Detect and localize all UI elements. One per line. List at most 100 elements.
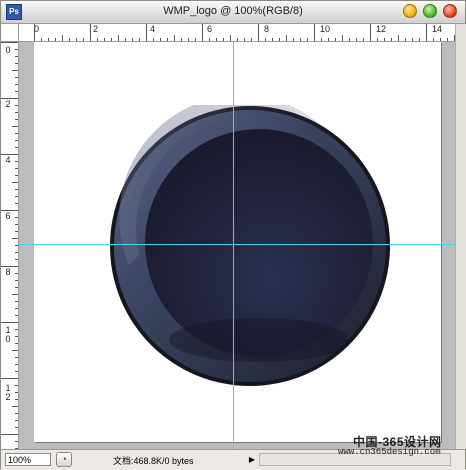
- ruler-tick: [15, 245, 18, 246]
- horizontal-guide-line[interactable]: [19, 244, 455, 245]
- ruler-tick: [405, 38, 406, 41]
- ruler-tick: [202, 24, 203, 41]
- ruler-origin-corner[interactable]: [1, 24, 19, 42]
- ruler-tick: [15, 413, 18, 414]
- ruler-tick: [15, 91, 18, 92]
- ruler-h-label: 8: [264, 24, 270, 34]
- ruler-h-label: 10: [320, 24, 331, 34]
- ruler-tick: [15, 259, 18, 260]
- ruler-tick: [90, 24, 91, 41]
- ruler-tick: [15, 196, 18, 197]
- ruler-v-label: 12: [5, 383, 11, 402]
- ruler-tick: [12, 126, 18, 127]
- ruler-tick: [15, 231, 18, 232]
- ruler-tick: [15, 189, 18, 190]
- ruler-h-label: 14: [432, 24, 443, 34]
- ruler-h-label: 6: [207, 24, 213, 34]
- ruler-tick: [300, 38, 301, 41]
- ruler-tick: [293, 38, 294, 41]
- close-button[interactable]: [443, 4, 457, 18]
- ruler-tick: [15, 140, 18, 141]
- ruler-tick: [1, 266, 18, 267]
- ruler-tick: [104, 38, 105, 41]
- ruler-tick: [216, 38, 217, 41]
- ruler-tick: [370, 24, 371, 41]
- ruler-tick: [181, 38, 182, 41]
- ruler-tick: [15, 343, 18, 344]
- ruler-tick: [48, 38, 49, 41]
- ruler-tick: [286, 35, 287, 41]
- ruler-tick: [328, 38, 329, 41]
- ruler-tick: [209, 38, 210, 41]
- ruler-tick: [15, 420, 18, 421]
- ruler-tick: [12, 406, 18, 407]
- maximize-button[interactable]: [423, 4, 437, 18]
- ruler-tick: [265, 38, 266, 41]
- ruler-tick: [15, 315, 18, 316]
- ruler-tick: [12, 70, 18, 71]
- ruler-tick: [69, 38, 70, 41]
- ruler-tick: [15, 287, 18, 288]
- ruler-tick: [15, 147, 18, 148]
- navigator-icon[interactable]: ◔: [56, 452, 72, 467]
- ruler-tick: [12, 182, 18, 183]
- ruler-tick: [15, 105, 18, 106]
- ruler-tick: [1, 98, 18, 99]
- watermark-url: www.cn365design.com: [338, 447, 441, 457]
- ruler-tick: [15, 273, 18, 274]
- ruler-tick: [398, 35, 399, 41]
- ruler-tick: [118, 35, 119, 41]
- ruler-tick: [1, 42, 18, 43]
- ruler-tick: [15, 84, 18, 85]
- ruler-tick: [230, 35, 231, 41]
- horizontal-ruler[interactable]: 0 2 4 6 8 10 12 14: [19, 24, 455, 42]
- minimize-button[interactable]: [403, 4, 417, 18]
- ruler-tick: [349, 38, 350, 41]
- ruler-tick: [15, 175, 18, 176]
- title-bar[interactable]: Ps WMP_logo @ 100%(RGB/8): [1, 1, 465, 24]
- ruler-tick: [12, 350, 18, 351]
- ruler-tick: [132, 38, 133, 41]
- document-size-info[interactable]: 文档:468.8K/0 bytes: [113, 454, 194, 467]
- ruler-tick: [15, 399, 18, 400]
- ruler-tick: [15, 336, 18, 337]
- ruler-tick: [12, 238, 18, 239]
- ruler-tick: [55, 38, 56, 41]
- vertical-guide-line[interactable]: [233, 42, 234, 449]
- ruler-tick: [15, 280, 18, 281]
- ruler-tick: [15, 371, 18, 372]
- ruler-tick: [15, 56, 18, 57]
- ruler-tick: [335, 38, 336, 41]
- vertical-ruler[interactable]: 0 2 4 6 8 10 12: [1, 42, 19, 449]
- ruler-tick: [223, 38, 224, 41]
- document-workspace[interactable]: [19, 42, 455, 449]
- ruler-tick: [125, 38, 126, 41]
- ruler-h-label: 12: [376, 24, 387, 34]
- image-canvas[interactable]: [34, 42, 441, 442]
- ruler-tick: [15, 133, 18, 134]
- ruler-tick: [15, 49, 18, 50]
- ruler-tick: [342, 35, 343, 41]
- vertical-scrollbar[interactable]: [455, 24, 466, 449]
- ruler-tick: [15, 77, 18, 78]
- ruler-tick: [153, 38, 154, 41]
- ruler-h-label: 4: [150, 24, 156, 34]
- ruler-tick: [15, 427, 18, 428]
- ruler-tick: [76, 38, 77, 41]
- triangle-right-icon[interactable]: ▶: [247, 453, 257, 466]
- wmp-logo-circle: [110, 95, 390, 386]
- ruler-tick: [244, 38, 245, 41]
- zoom-level-field[interactable]: 100%: [5, 453, 51, 466]
- ruler-tick: [15, 441, 18, 442]
- ruler-tick: [15, 168, 18, 169]
- ruler-tick: [272, 38, 273, 41]
- ruler-tick: [419, 38, 420, 41]
- ruler-tick: [174, 35, 175, 41]
- ruler-tick: [15, 308, 18, 309]
- ruler-h-label: 2: [93, 24, 99, 34]
- ruler-tick: [440, 38, 441, 41]
- ruler-tick: [279, 38, 280, 41]
- ruler-tick: [188, 38, 189, 41]
- ruler-tick: [15, 364, 18, 365]
- ruler-tick: [1, 378, 18, 379]
